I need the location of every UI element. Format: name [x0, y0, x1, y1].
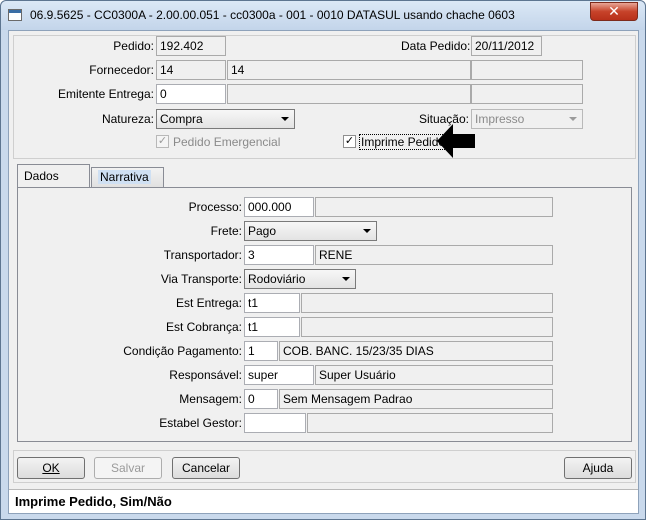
- transportador-label: Transportador:: [163, 248, 242, 262]
- ajuda-button-label: Ajuda: [582, 461, 614, 475]
- imprime-pedido-checkbox[interactable]: ✓: [343, 135, 356, 148]
- transportador-code-field[interactable]: 3: [244, 245, 314, 265]
- estabel-gestor-label: Estabel Gestor:: [159, 416, 242, 430]
- salvar-button[interactable]: Salvar: [94, 457, 162, 479]
- client-area: Pedido: 192.402 Data Pedido: 20/11/2012 …: [8, 30, 639, 514]
- fornecedor-label: Fornecedor:: [89, 63, 154, 77]
- transportador-name-field[interactable]: RENE: [315, 245, 553, 265]
- est-entrega-field[interactable]: t1: [244, 293, 300, 313]
- condicao-pagamento-label: Condição Pagamento:: [123, 344, 242, 358]
- condicao-pagamento-code-field[interactable]: 1: [244, 341, 278, 361]
- emitente-name-field[interactable]: [227, 84, 471, 104]
- checkmark-icon: ✓: [157, 135, 168, 147]
- via-transporte-value: Rodoviário: [248, 272, 306, 286]
- estabel-gestor-field[interactable]: [244, 413, 306, 433]
- checkmark-icon: ✓: [344, 135, 355, 147]
- processo-label: Processo:: [188, 200, 242, 214]
- pedido-label: Pedido:: [113, 39, 154, 53]
- via-transporte-label: Via Transporte:: [160, 272, 242, 286]
- fornecedor-name-field[interactable]: 14: [227, 60, 471, 80]
- natureza-value: Compra: [160, 112, 203, 126]
- data-pedido-label: Data Pedido:: [401, 39, 471, 53]
- processo-field[interactable]: 000.000: [244, 197, 314, 217]
- processo-desc-field[interactable]: [315, 197, 553, 217]
- via-transporte-select[interactable]: Rodoviário: [244, 269, 356, 289]
- fornecedor-code-field[interactable]: 14: [156, 60, 226, 80]
- title-bar[interactable]: 06.9.5625 - CC0300A - 2.00.00.051 - cc03…: [1, 1, 645, 30]
- cancelar-button-label: Cancelar: [181, 461, 231, 475]
- data-pedido-field[interactable]: 20/11/2012: [471, 36, 542, 56]
- est-cobranca-desc-field[interactable]: [301, 317, 553, 337]
- emitente-extra-field[interactable]: [471, 84, 583, 104]
- condicao-pagamento-desc-field[interactable]: COB. BANC. 15/23/35 DIAS: [279, 341, 553, 361]
- chevron-down-icon: [569, 117, 577, 121]
- salvar-button-label: Salvar: [110, 461, 145, 475]
- tab-dados-label: Dados: [24, 169, 59, 183]
- tab-narrativa[interactable]: Narrativa: [91, 167, 164, 188]
- natureza-label: Natureza:: [101, 112, 154, 126]
- tab-narrativa-label: Narrativa: [98, 170, 151, 184]
- app-icon: [8, 9, 22, 21]
- est-entrega-label: Est Entrega:: [175, 296, 242, 310]
- tab-dados[interactable]: Dados: [17, 164, 90, 188]
- frete-label: Frete:: [210, 224, 242, 238]
- chevron-down-icon: [342, 277, 350, 281]
- mensagem-code-field[interactable]: 0: [244, 389, 278, 409]
- pointer-arrow-icon: [437, 124, 475, 158]
- pedido-emergencial-checkbox[interactable]: ✓: [156, 135, 169, 148]
- ajuda-button[interactable]: Ajuda: [564, 457, 632, 479]
- responsavel-code-field[interactable]: super: [244, 365, 314, 385]
- situacao-select[interactable]: Impresso: [471, 109, 583, 129]
- pedido-emergencial-label: Pedido Emergencial: [173, 135, 281, 149]
- est-cobranca-field[interactable]: t1: [244, 317, 300, 337]
- chevron-down-icon: [363, 229, 371, 233]
- main-window: 06.9.5625 - CC0300A - 2.00.00.051 - cc03…: [0, 0, 646, 520]
- mensagem-label: Mensagem:: [179, 392, 242, 406]
- close-button[interactable]: ✕: [590, 2, 638, 21]
- status-bar: Imprime Pedido, Sim/Não: [9, 489, 638, 513]
- emitente-label: Emitente Entrega:: [57, 87, 154, 101]
- mensagem-desc-field[interactable]: Sem Mensagem Padrao: [279, 389, 553, 409]
- emitente-field[interactable]: 0: [156, 84, 226, 104]
- close-icon: ✕: [608, 3, 620, 19]
- frete-value: Pago: [248, 224, 277, 238]
- estabel-gestor-desc-field[interactable]: [307, 413, 553, 433]
- chevron-down-icon: [281, 117, 289, 121]
- ok-button-label: OK: [42, 461, 60, 475]
- ok-button[interactable]: OK: [17, 457, 85, 479]
- natureza-select[interactable]: Compra: [156, 109, 295, 129]
- cancelar-button[interactable]: Cancelar: [172, 457, 240, 479]
- responsavel-name-field[interactable]: Super Usuário: [315, 365, 553, 385]
- est-entrega-desc-field[interactable]: [301, 293, 553, 313]
- situacao-value: Impresso: [475, 112, 525, 126]
- pedido-field[interactable]: 192.402: [156, 36, 226, 56]
- est-cobranca-label: Est Cobrança:: [165, 320, 242, 334]
- imprime-pedido-label: Imprime Pedido: [359, 134, 448, 150]
- frete-select[interactable]: Pago: [244, 221, 377, 241]
- fornecedor-extra-field[interactable]: [471, 60, 583, 80]
- responsavel-label: Responsável:: [169, 368, 242, 382]
- window-title: 06.9.5625 - CC0300A - 2.00.00.051 - cc03…: [30, 8, 515, 22]
